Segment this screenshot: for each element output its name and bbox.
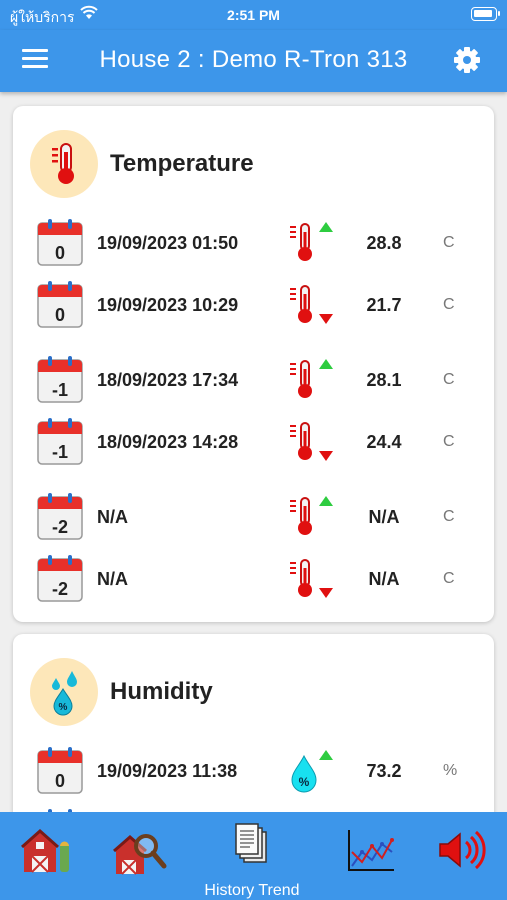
reading-unit: C <box>443 371 455 388</box>
reading-value: 73.2 <box>366 761 402 781</box>
humidity-card: % Humidity 0 19/09/2023 11:38 % 73.2 % <box>13 634 494 834</box>
calendar-icon: -2 <box>37 493 83 540</box>
reading-datetime: 19/09/2023 10:29 <box>97 295 239 315</box>
reading-row: -1 18/09/2023 17:34 28.1 C <box>13 355 494 405</box>
battery-icon <box>471 7 500 21</box>
calendar-day-label: 0 <box>55 305 65 325</box>
reading-unit: % <box>443 762 458 779</box>
tab-barn[interactable] <box>18 822 78 882</box>
humidity-title: Humidity <box>110 678 213 705</box>
reading-value: N/A <box>368 569 400 589</box>
reading-value: 28.1 <box>366 370 402 390</box>
reading-datetime: 19/09/2023 11:38 <box>97 761 238 781</box>
calendar-day-label: -2 <box>52 517 68 537</box>
status-bar: ผู้ให้บริการ 2:51 PM <box>0 0 507 30</box>
bottom-tab-bar: History Trend <box>0 812 507 900</box>
reading-unit: C <box>443 234 455 251</box>
water-drops-icon: % <box>30 658 98 726</box>
calendar-icon: -1 <box>37 356 83 403</box>
barn-icon <box>21 828 69 873</box>
calendar-icon: 0 <box>37 747 83 794</box>
reading-row: -2 N/A N/A C <box>13 492 494 542</box>
status-time: 2:51 PM <box>227 7 280 23</box>
calendar-day-label: 0 <box>55 771 65 791</box>
tab-line-chart[interactable] <box>344 822 404 882</box>
reading-row: 0 19/09/2023 10:29 21.7 C <box>13 280 494 330</box>
reading-datetime: 18/09/2023 14:28 <box>97 432 239 452</box>
thermometer-up-icon <box>290 496 333 535</box>
reading-row: 0 19/09/2023 11:38 % 73.2 % <box>13 746 494 796</box>
reading-value: 21.7 <box>366 295 402 315</box>
thermometer-down-icon <box>290 422 333 461</box>
page-title: House 2 : Demo R-Tron 313 <box>99 46 408 73</box>
calendar-day-label: 0 <box>55 243 65 263</box>
thermometer-up-icon <box>290 222 333 261</box>
speaker-icon <box>439 830 486 870</box>
documents-icon <box>235 823 267 863</box>
calendar-day-label: -1 <box>52 442 68 462</box>
temperature-title: Temperature <box>110 150 254 177</box>
thermometer-down-icon <box>290 285 333 324</box>
calendar-icon: -1 <box>37 418 83 465</box>
reading-row: -1 18/09/2023 14:28 24.4 C <box>13 417 494 467</box>
humidity-up-icon: % <box>291 750 333 793</box>
temperature-card: Temperature 0 19/09/2023 01:50 28.8 C 0 … <box>13 106 494 622</box>
calendar-icon: 0 <box>37 219 83 266</box>
menu-icon[interactable] <box>22 49 48 73</box>
tab-history-trend-label: History Trend <box>204 882 300 899</box>
line-chart-icon <box>348 830 394 871</box>
reading-datetime: 18/09/2023 17:34 <box>97 370 239 390</box>
tab-barn-search[interactable] <box>112 822 172 882</box>
reading-datetime: N/A <box>97 569 128 589</box>
calendar-icon: -2 <box>37 555 83 602</box>
barn-search-icon <box>113 834 167 875</box>
reading-unit: C <box>443 570 455 587</box>
thermometer-up-icon <box>290 359 333 398</box>
reading-unit: C <box>443 508 455 525</box>
app-header: House 2 : Demo R-Tron 313 <box>0 30 507 92</box>
thermometer-icon <box>30 130 98 198</box>
reading-row: 0 19/09/2023 01:50 28.8 C <box>13 218 494 268</box>
reading-value: 28.8 <box>366 233 402 253</box>
calendar-day-label: -2 <box>52 579 68 599</box>
reading-datetime: N/A <box>97 507 128 527</box>
svg-text:%: % <box>59 702 68 713</box>
tab-speaker[interactable] <box>434 822 494 882</box>
reading-value: 24.4 <box>366 432 402 452</box>
calendar-day-label: -1 <box>52 380 68 400</box>
reading-value: N/A <box>368 507 400 527</box>
tab-history-trend[interactable]: History Trend <box>204 822 300 899</box>
thermometer-down-icon <box>290 559 333 598</box>
gear-icon[interactable] <box>453 46 481 74</box>
reading-unit: C <box>443 433 455 450</box>
reading-row: -2 N/A N/A C <box>13 554 494 604</box>
svg-text:%: % <box>299 775 310 789</box>
reading-unit: C <box>443 296 455 313</box>
reading-datetime: 19/09/2023 01:50 <box>97 233 239 253</box>
calendar-icon: 0 <box>37 281 83 328</box>
